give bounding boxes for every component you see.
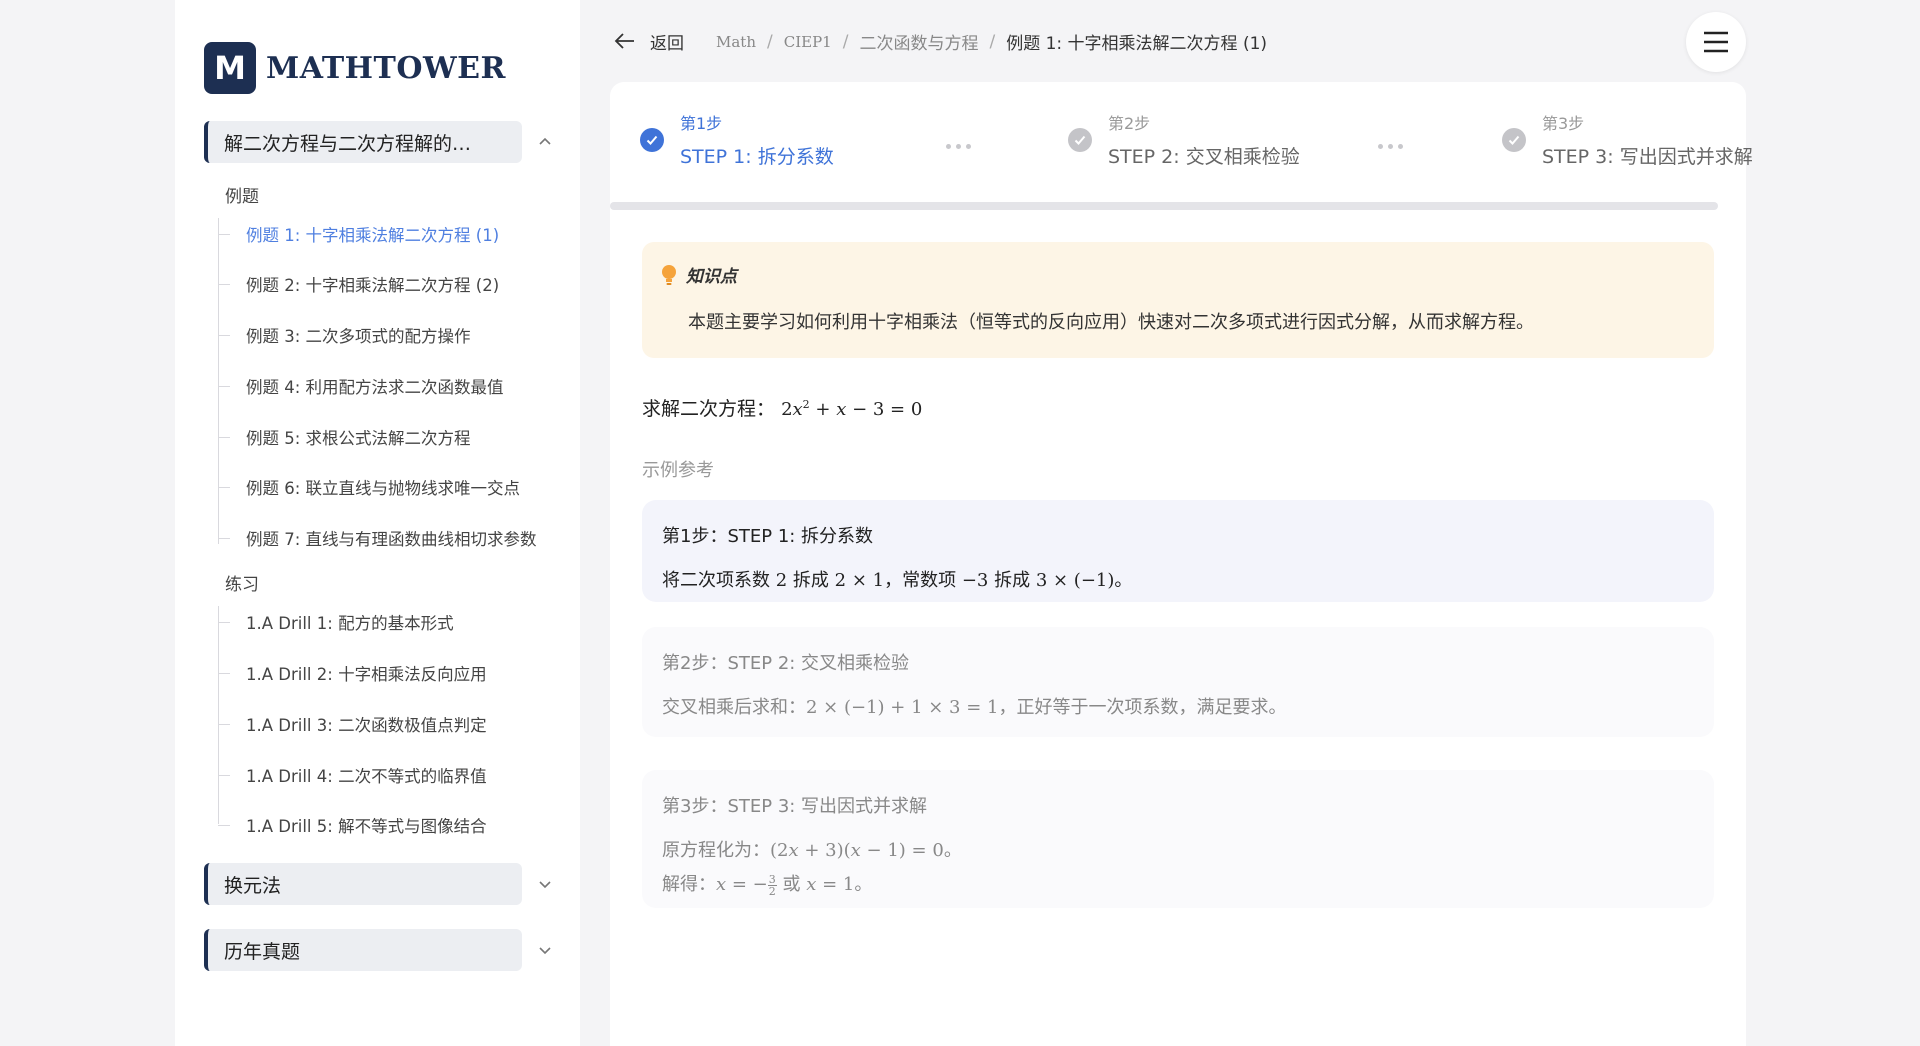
sidebar-item-example-7[interactable]: 例题 7: 直线与有理函数曲线相切求参数: [218, 520, 558, 556]
step-title: STEP 2: 交叉相乘检验: [1108, 146, 1300, 168]
breadcrumb-item-topic[interactable]: 二次函数与方程: [859, 29, 978, 54]
content-card: 第1步 STEP 1: 拆分系数 第2步 STEP 2: 交叉相乘检验 第3步 …: [610, 82, 1753, 1046]
sidebar-item-example-1[interactable]: 例题 1: 十字相乘法解二次方程 (1): [218, 216, 558, 252]
sidebar-item-example-3[interactable]: 例题 3: 二次多项式的配方操作: [218, 317, 558, 353]
question-prefix: 求解二次方程：: [642, 398, 776, 420]
section-label: 换元法: [204, 863, 522, 905]
progress-bar: [610, 202, 1718, 210]
breadcrumb: Math / CIEP1 / 二次函数与方程 / 例题 1: 十字相乘法解二次方…: [716, 29, 1268, 55]
solution-step-1: 第1步：STEP 1: 拆分系数 将二次项系数 2 拆成 2 × 1，常数项 −…: [642, 500, 1714, 602]
item-label: 例题 5: 求根公式法解二次方程: [246, 429, 471, 448]
item-label: 例题 2: 十字相乘法解二次方程 (2): [246, 276, 500, 295]
sidebar-item-example-4[interactable]: 例题 4: 利用配方法求二次函数最值: [218, 368, 558, 404]
step-1[interactable]: 第1步 STEP 1: 拆分系数: [640, 110, 834, 169]
solution-step-title: 第3步：STEP 3: 写出因式并求解: [662, 796, 928, 817]
sidebar-item-drill-3[interactable]: 1.A Drill 3: 二次函数极值点判定: [218, 706, 558, 742]
check-circle-icon: [640, 128, 664, 152]
question-equation: 2x2 + x − 3 = 0: [781, 398, 923, 420]
sidebar-item-drill-1[interactable]: 1.A Drill 1: 配方的基本形式: [218, 604, 558, 640]
chevron-up-icon: [539, 137, 551, 145]
knowledge-text: 本题主要学习如何利用十字相乘法（恒等式的反向应用）快速对二次多项式进行因式分解，…: [688, 312, 1534, 333]
step-title: STEP 3: 写出因式并求解: [1542, 146, 1753, 168]
item-label: 1.A Drill 2: 十字相乘法反向应用: [246, 665, 487, 684]
back-label: 返回: [650, 33, 684, 54]
arrow-left-icon: [614, 33, 634, 49]
menu-button[interactable]: [1686, 12, 1746, 72]
breadcrumb-item-ciep1[interactable]: CIEP1: [784, 33, 832, 51]
step-connector: [1378, 144, 1403, 149]
item-label: 例题 3: 二次多项式的配方操作: [246, 327, 471, 346]
sidebar-section-past-papers[interactable]: 历年真题: [204, 929, 554, 971]
knowledge-box: 知识点 本题主要学习如何利用十字相乘法（恒等式的反向应用）快速对二次多项式进行因…: [642, 242, 1714, 358]
sidebar-item-drill-2[interactable]: 1.A Drill 2: 十字相乘法反向应用: [218, 655, 558, 691]
solution-step-title: 第2步：STEP 2: 交叉相乘检验: [662, 653, 910, 674]
sidebar-item-example-5[interactable]: 例题 5: 求根公式法解二次方程: [218, 419, 558, 455]
item-label: 例题 6: 联立直线与抛物线求唯一交点: [246, 479, 521, 498]
check-circle-icon: [1502, 128, 1526, 152]
question-text: 求解二次方程： 2x2 + x − 3 = 0: [642, 394, 922, 421]
step-number: 第3步: [1542, 114, 1585, 133]
breadcrumb-separator: /: [842, 31, 849, 52]
solution-step-2: 第2步：STEP 2: 交叉相乘检验 交叉相乘后求和：2 × (−1) + 1 …: [642, 627, 1714, 737]
item-label: 例题 7: 直线与有理函数曲线相切求参数: [246, 530, 537, 549]
solution-step-title: 第1步：STEP 1: 拆分系数: [662, 526, 874, 547]
step-title: STEP 1: 拆分系数: [680, 146, 834, 168]
check-circle-icon: [1068, 128, 1092, 152]
chevron-down-icon: [539, 947, 551, 955]
step-2[interactable]: 第2步 STEP 2: 交叉相乘检验: [1068, 110, 1300, 169]
group-label-drills: 练习: [225, 575, 259, 595]
sidebar-item-drill-5[interactable]: 1.A Drill 5: 解不等式与图像结合: [218, 807, 558, 843]
item-label: 例题 4: 利用配方法求二次函数最值: [246, 378, 504, 397]
breadcrumb-item-current: 例题 1: 十字相乘法解二次方程 (1): [1006, 34, 1268, 54]
step-connector: [946, 144, 971, 149]
solution-step-text: 交叉相乘后求和：2 × (−1) + 1 × 3 = 1，正好等于一次项系数，满…: [662, 697, 1287, 718]
brand-name: MATHTOWER: [266, 50, 506, 86]
group-label-examples: 例题: [225, 187, 259, 207]
solution-step-text: 将二次项系数 2 拆成 2 × 1，常数项 −3 拆成 3 × (−1)。: [662, 570, 1133, 591]
step-number: 第2步: [1108, 114, 1151, 133]
breadcrumb-separator: /: [989, 31, 996, 52]
solution-step-result: 解得：x = −3 2 或 x = 1。: [662, 872, 873, 898]
item-label: 1.A Drill 1: 配方的基本形式: [246, 614, 454, 633]
item-label: 例题 1: 十字相乘法解二次方程 (1): [246, 226, 500, 245]
step-number: 第1步: [680, 114, 723, 133]
back-button[interactable]: 返回: [612, 28, 684, 54]
sidebar-item-drill-4[interactable]: 1.A Drill 4: 二次不等式的临界值: [218, 757, 558, 793]
item-label: 1.A Drill 3: 二次函数极值点判定: [246, 716, 487, 735]
step-3[interactable]: 第3步 STEP 3: 写出因式并求解: [1502, 110, 1753, 169]
sidebar-section-substitution[interactable]: 换元法: [204, 863, 554, 905]
section-label: 解二次方程与二次方程解的…: [204, 121, 522, 163]
solution-step-text: 原方程化为：(2x + 3)(x − 1) = 0。: [662, 840, 962, 861]
knowledge-title: 知识点: [686, 267, 737, 287]
hamburger-icon: [1704, 31, 1728, 53]
chevron-down-icon: [539, 881, 551, 889]
sidebar-item-example-6[interactable]: 例题 6: 联立直线与抛物线求唯一交点: [218, 469, 558, 505]
step-indicator: 第1步 STEP 1: 拆分系数 第2步 STEP 2: 交叉相乘检验 第3步 …: [640, 110, 1753, 170]
item-label: 1.A Drill 5: 解不等式与图像结合: [246, 817, 487, 836]
breadcrumb-separator: /: [767, 31, 773, 52]
sidebar-item-example-2[interactable]: 例题 2: 十字相乘法解二次方程 (2): [218, 266, 558, 302]
item-label: 1.A Drill 4: 二次不等式的临界值: [246, 767, 487, 786]
breadcrumb-item-math[interactable]: Math: [716, 33, 756, 51]
reference-label: 示例参考: [642, 460, 714, 481]
section-label: 历年真题: [204, 929, 522, 971]
logo-mark: M: [204, 42, 256, 94]
lightbulb-icon: [662, 264, 676, 285]
solution-step-3: 第3步：STEP 3: 写出因式并求解 原方程化为：(2x + 3)(x − 1…: [642, 770, 1714, 908]
brand-logo[interactable]: M MATHTOWER: [204, 42, 506, 94]
sidebar: M MATHTOWER 解二次方程与二次方程解的… 例题 例题 1: 十字相乘法…: [175, 0, 580, 1046]
sidebar-section-quadratic[interactable]: 解二次方程与二次方程解的…: [204, 121, 554, 163]
